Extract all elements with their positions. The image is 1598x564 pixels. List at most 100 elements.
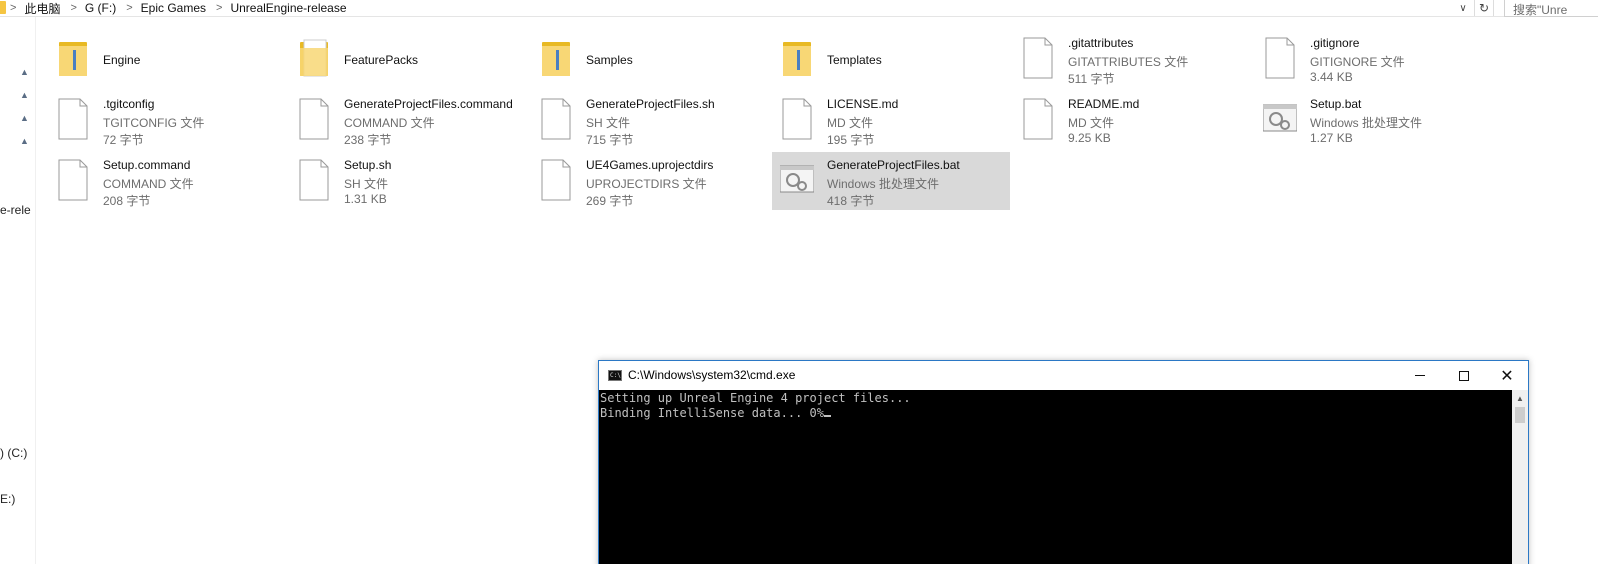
folder-icon xyxy=(542,42,570,76)
file-item-license-md[interactable]: LICENSE.md MD 文件 195 字节 xyxy=(772,91,1010,149)
pin-icon[interactable]: ▲ xyxy=(20,114,29,123)
batch-file-gears-icon xyxy=(780,165,814,193)
file-size: 72 字节 xyxy=(103,133,144,147)
file-name: Setup.bat xyxy=(1310,97,1362,111)
file-item-generateprojectfiles-bat[interactable]: GenerateProjectFiles.bat Windows 批处理文件 4… xyxy=(772,152,1010,210)
file-icon xyxy=(541,98,571,140)
folder-icon xyxy=(300,39,328,77)
file-item-templates[interactable]: Templates xyxy=(772,30,1010,88)
file-size: 238 字节 xyxy=(344,133,392,147)
file-item-engine[interactable]: Engine xyxy=(48,30,286,88)
file-item-setup-command[interactable]: Setup.command COMMAND 文件 208 字节 xyxy=(48,152,286,210)
file-type: COMMAND 文件 xyxy=(103,177,194,191)
file-item-gitignore[interactable]: .gitignore GITIGNORE 文件 3.44 KB xyxy=(1255,30,1493,88)
nav-item-drive-e[interactable]: E:) xyxy=(0,492,15,506)
file-type: MD 文件 xyxy=(1068,116,1114,130)
folder-icon xyxy=(0,1,6,14)
scroll-up-arrow-icon[interactable]: ▲ xyxy=(1512,390,1528,406)
minimize-icon xyxy=(1415,375,1425,376)
file-name: Setup.sh xyxy=(344,158,392,172)
file-item-setup-bat[interactable]: Setup.bat Windows 批处理文件 1.27 KB xyxy=(1255,91,1493,149)
file-item-generateprojectfiles-sh[interactable]: GenerateProjectFiles.sh SH 文件 715 字节 xyxy=(531,91,769,149)
file-name: .gitattributes xyxy=(1068,36,1134,50)
maximize-icon xyxy=(1459,370,1469,381)
cmd-titlebar[interactable]: C:\ C:\Windows\system32\cmd.exe ✕ xyxy=(599,361,1528,390)
file-size: 208 字节 xyxy=(103,194,151,208)
file-icon xyxy=(299,159,329,201)
file-item-tgitconfig[interactable]: .tgitconfig TGITCONFIG 文件 72 字节 xyxy=(48,91,286,149)
file-size: 511 字节 xyxy=(1068,72,1115,86)
nav-item-unrealengine-release[interactable]: e-rele xyxy=(0,203,31,217)
file-type: MD 文件 xyxy=(827,116,873,130)
chevron-right-icon[interactable]: > xyxy=(126,2,132,14)
file-type: Windows 批处理文件 xyxy=(827,177,940,191)
file-icon xyxy=(1023,98,1053,140)
file-item-setup-sh[interactable]: Setup.sh SH 文件 1.31 KB xyxy=(289,152,527,210)
file-size: 418 字节 xyxy=(827,194,875,208)
file-name: LICENSE.md xyxy=(827,97,899,111)
file-icon xyxy=(58,159,88,201)
file-icon xyxy=(58,98,88,140)
file-icon xyxy=(541,159,571,201)
maximize-button[interactable] xyxy=(1442,361,1486,390)
address-bar[interactable]: > 此电脑 > G (F:) > Epic Games > UnrealEngi… xyxy=(0,0,1598,17)
batch-file-gears-icon xyxy=(1263,104,1297,132)
console-line-with-cursor: Binding IntelliSense data... 0% xyxy=(600,406,1511,421)
breadcrumb-item-drive[interactable]: G (F:) xyxy=(85,1,116,15)
file-size: 1.27 KB xyxy=(1310,131,1353,145)
breadcrumb-item-unrealengine-release[interactable]: UnrealEngine-release xyxy=(230,1,346,15)
pin-icon[interactable]: ▲ xyxy=(20,137,29,146)
folder-icon xyxy=(783,42,811,76)
console-line: Setting up Unreal Engine 4 project files… xyxy=(600,391,911,405)
file-name: GenerateProjectFiles.bat xyxy=(827,158,960,172)
file-name: Engine xyxy=(103,53,141,67)
file-icon xyxy=(1265,37,1295,79)
breadcrumb: > 此电脑 > G (F:) > Epic Games > UnrealEngi… xyxy=(10,0,357,16)
file-item-readme-md[interactable]: README.md MD 文件 9.25 KB xyxy=(1013,91,1251,149)
chevron-right-icon[interactable]: > xyxy=(70,2,76,14)
text-cursor xyxy=(823,415,831,417)
vertical-scrollbar[interactable]: ▲ xyxy=(1512,390,1528,564)
chevron-right-icon[interactable]: > xyxy=(216,2,222,14)
close-button[interactable]: ✕ xyxy=(1485,361,1529,390)
file-name: FeaturePacks xyxy=(344,53,419,67)
file-type: TGITCONFIG 文件 xyxy=(103,116,205,130)
console-output[interactable]: Setting up Unreal Engine 4 project files… xyxy=(599,390,1512,564)
file-item-samples[interactable]: Samples xyxy=(531,30,769,88)
window-title: C:\Windows\system32\cmd.exe xyxy=(628,368,796,382)
file-item-gitattributes[interactable]: .gitattributes GITATTRIBUTES 文件 511 字节 xyxy=(1013,30,1251,88)
search-input[interactable]: 搜索"Unre xyxy=(1504,0,1598,17)
file-type: COMMAND 文件 xyxy=(344,116,435,130)
cmd-window[interactable]: C:\ C:\Windows\system32\cmd.exe ✕ Settin… xyxy=(598,360,1529,564)
scrollbar-thumb[interactable] xyxy=(1515,407,1525,423)
pin-icon[interactable]: ▲ xyxy=(20,68,29,77)
minimize-button[interactable] xyxy=(1398,361,1442,390)
file-name: .tgitconfig xyxy=(103,97,155,111)
file-size: 269 字节 xyxy=(586,194,634,208)
file-item-generateprojectfiles-command[interactable]: GenerateProjectFiles.command COMMAND 文件 … xyxy=(289,91,527,149)
console-line: Binding IntelliSense data... 0% xyxy=(600,406,824,420)
file-size: 3.44 KB xyxy=(1310,70,1353,84)
file-type: GITIGNORE 文件 xyxy=(1310,55,1405,69)
pin-icon[interactable]: ▲ xyxy=(20,91,29,100)
file-name: README.md xyxy=(1068,97,1140,111)
breadcrumb-item-this-pc[interactable]: 此电脑 xyxy=(24,0,60,17)
file-item-ue4games-uprojectdirs[interactable]: UE4Games.uprojectdirs UPROJECTDIRS 文件 26… xyxy=(531,152,769,210)
nav-item-drive-c[interactable]: ) (C:) xyxy=(0,446,27,460)
desktop-screen: > 此电脑 > G (F:) > Epic Games > UnrealEngi… xyxy=(0,0,1598,564)
file-name: Setup.command xyxy=(103,158,191,172)
file-name: Templates xyxy=(827,53,882,67)
cmd-icon: C:\ xyxy=(608,370,622,381)
file-type: SH 文件 xyxy=(344,177,389,191)
chevron-down-icon[interactable]: ∨ xyxy=(1454,0,1472,16)
file-size: 9.25 KB xyxy=(1068,131,1111,145)
file-name: Samples xyxy=(586,53,633,67)
file-icon xyxy=(1023,37,1053,79)
chevron-right-icon: > xyxy=(10,2,17,14)
file-name: GenerateProjectFiles.command xyxy=(344,97,513,111)
file-item-featurepacks[interactable]: FeaturePacks xyxy=(289,30,527,88)
breadcrumb-item-epic-games[interactable]: Epic Games xyxy=(141,1,206,15)
folder-icon xyxy=(59,42,87,76)
refresh-icon[interactable]: ↻ xyxy=(1474,0,1494,16)
file-icon xyxy=(782,98,812,140)
